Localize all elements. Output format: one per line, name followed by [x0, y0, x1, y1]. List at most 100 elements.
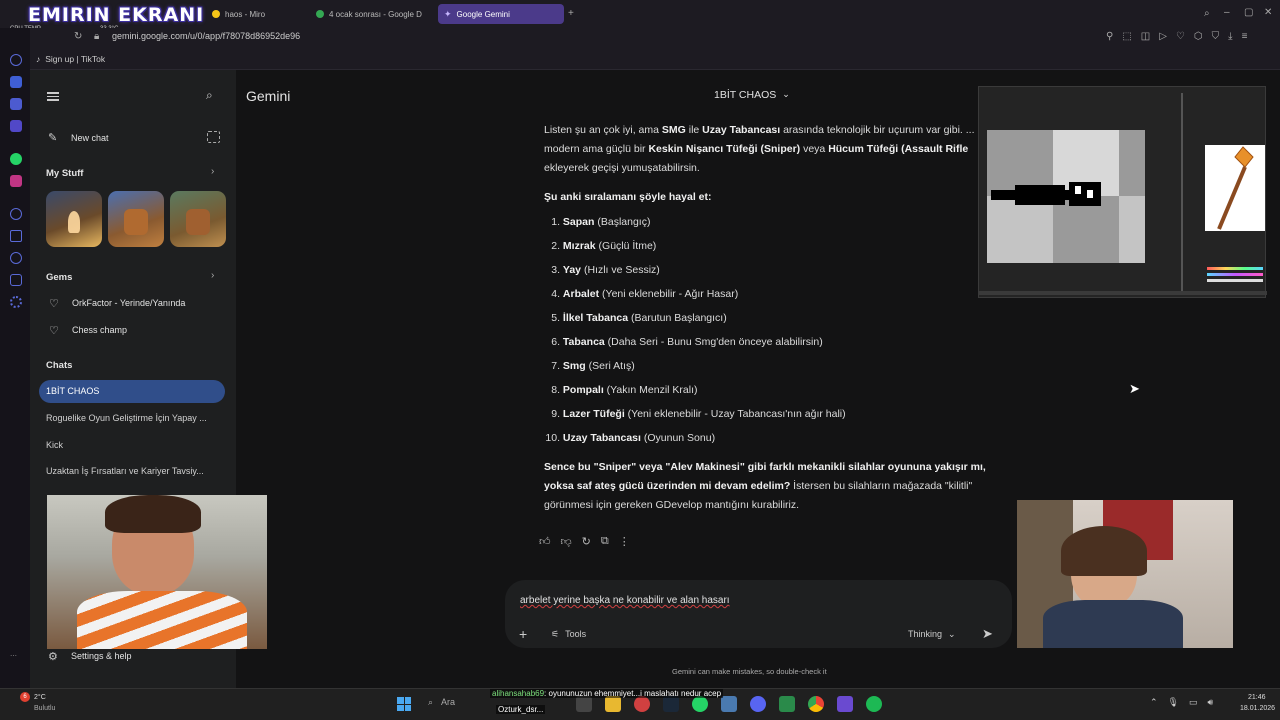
mouse-cursor-icon: ➤	[1129, 381, 1140, 396]
close-icon[interactable]: ✕	[1264, 7, 1272, 18]
list-heading: Şu anki sıralamanı şöyle hayal et:	[544, 191, 712, 203]
windows-start-icon[interactable]	[397, 697, 411, 711]
regenerate-icon[interactable]: ↻	[582, 535, 591, 548]
list-item: 1. Sapan (Başlangıç)	[551, 216, 651, 228]
gdevelop-icon[interactable]	[837, 696, 853, 712]
list-item: 6. Tabanca (Daha Seri - Bunu Smg'den önc…	[551, 336, 823, 348]
sidebar-more-icon[interactable]: ⋯	[10, 652, 17, 660]
search-icon[interactable]: ⌕	[206, 88, 213, 103]
settings-help-button[interactable]: Settings & help	[71, 651, 132, 661]
discord-icon[interactable]	[750, 696, 766, 712]
add-attachment-icon[interactable]: +	[519, 626, 527, 642]
chat-item-remote-jobs[interactable]: Uzaktan İş Fırsatları ve Kariyer Tavsiy.…	[46, 466, 226, 476]
task-view-icon[interactable]	[576, 696, 592, 712]
response-outro-line-1: Sence bu "Sniper" veya "Alev Makinesi" g…	[544, 461, 986, 473]
my-stuff-header[interactable]: My Stuff	[46, 168, 83, 179]
mode-picker[interactable]: Thinking ⌄	[908, 629, 956, 640]
clock-date[interactable]: 18.01.2026	[1240, 705, 1275, 712]
my-stuff-image-2[interactable]	[108, 191, 164, 247]
chat-item-roguelike[interactable]: Roguelike Oyun Geliştirme İçin Yapay ...	[46, 413, 226, 423]
pin-icon[interactable]: ⚲	[1106, 31, 1113, 42]
clock-time[interactable]: 21:46	[1248, 694, 1266, 701]
telegram-icon[interactable]	[10, 120, 22, 132]
new-tab-icon[interactable]: +	[568, 8, 574, 19]
whatsapp-icon[interactable]	[10, 153, 22, 165]
tab-miro[interactable]: haos - Miro	[206, 4, 306, 24]
gems-header[interactable]: Gems	[46, 272, 72, 283]
chevron-up-icon[interactable]: ⌃	[1150, 697, 1158, 708]
messenger-icon[interactable]	[10, 98, 22, 110]
bookmarks-icon[interactable]	[10, 230, 22, 242]
thumbs-down-icon[interactable]: 👎︎	[561, 535, 572, 548]
weather-desc[interactable]: Bulutlu	[34, 705, 55, 712]
send-icon[interactable]: ➤	[982, 626, 993, 642]
thumbs-up-icon[interactable]: 👍︎	[539, 535, 551, 548]
my-stuff-image-1[interactable]	[46, 191, 102, 247]
opera-icon[interactable]	[634, 696, 650, 712]
aria-icon[interactable]	[10, 54, 22, 66]
chrome-icon[interactable]	[808, 696, 824, 712]
puzzle-icon[interactable]: ⬡	[1194, 31, 1203, 42]
search-tabs-icon[interactable]: ⌕	[1204, 8, 1210, 19]
url-field[interactable]: gemini.google.com/u/0/app/f78078d86952de…	[112, 31, 300, 41]
microphone-icon[interactable]: 🎙︎	[1168, 697, 1179, 708]
chat-title-dropdown[interactable]: 1BİT CHAOS ⌄	[714, 89, 790, 101]
chat-item-kick[interactable]: Kick	[46, 440, 226, 450]
bookmark-tiktok[interactable]: ♪ Sign up | TikTok	[36, 54, 105, 64]
gun-sprite-icon	[991, 182, 1101, 206]
snapshot-icon[interactable]: ⬚	[1122, 31, 1131, 42]
app-icon-2[interactable]	[779, 696, 795, 712]
volume-icon[interactable]: 🔊︎	[1208, 697, 1214, 708]
my-stuff-image-3[interactable]	[170, 191, 226, 247]
gem-heart-icon: ♡	[49, 298, 59, 310]
settings-side-icon[interactable]	[10, 296, 22, 308]
prompt-input[interactable]: arbelet yerine başka ne konabilir ve ala…	[520, 595, 730, 606]
play-icon[interactable]: ▷	[1159, 31, 1167, 42]
temporary-chat-icon[interactable]	[207, 131, 220, 143]
new-chat-button[interactable]: New chat	[71, 133, 109, 143]
list-item: 5. İlkel Tabanca (Barutun Başlangıcı)	[551, 312, 727, 324]
extensions-side-icon[interactable]	[10, 274, 22, 286]
workspace-icon[interactable]	[10, 76, 22, 88]
taskbar-search[interactable]: ⌕ Ara	[428, 697, 455, 708]
tab-gemini[interactable]: ✦ Google Gemini	[438, 4, 564, 24]
download-icon[interactable]: ⤓	[1228, 31, 1232, 42]
browser-toolbar-icons: ⚲ ⬚ ◫ ▷ ♡ ⬡ ⛉ ⤓ ≡	[1106, 31, 1247, 42]
weather-badge: 6	[20, 692, 30, 702]
spotify-icon[interactable]	[866, 696, 882, 712]
minimize-icon[interactable]: –	[1224, 7, 1230, 18]
chevron-right-icon[interactable]: ›	[211, 270, 214, 281]
file-explorer-icon[interactable]	[605, 696, 621, 712]
more-vert-icon[interactable]: ⋮	[619, 535, 630, 548]
chat-item-1bit-chaos[interactable]: 1BİT CHAOS	[46, 386, 226, 396]
steam-icon[interactable]	[663, 696, 679, 712]
tools-button[interactable]: ⚟ Tools	[551, 629, 586, 640]
list-item: 2. Mızrak (Güçlü İtme)	[551, 240, 657, 252]
list-item: 7. Smg (Seri Atış)	[551, 360, 635, 372]
maximize-icon[interactable]: ▢	[1244, 7, 1253, 18]
stream-overlay-title: EMIRIN EKRANI	[28, 4, 205, 26]
gem-item-orkfactor[interactable]: OrkFactor - Yerinde/Yanında	[72, 298, 185, 308]
list-item: 8. Pompalı (Yakın Menzil Kralı)	[551, 384, 698, 396]
menu-icon[interactable]: ≡	[1242, 31, 1248, 42]
gem-item-chess-champ[interactable]: Chess champ	[72, 325, 127, 335]
history-icon[interactable]	[10, 252, 22, 264]
instagram-icon[interactable]	[10, 175, 22, 187]
wallet-icon[interactable]: ⛉	[1212, 31, 1220, 42]
player-icon[interactable]	[10, 208, 22, 220]
tab-google-drive[interactable]: 4 ocak sonrası - Google D	[310, 4, 434, 24]
weather-temp[interactable]: 2°C	[34, 694, 46, 701]
extensions-icon[interactable]: ◫	[1141, 31, 1150, 42]
display-icon[interactable]: ▭	[1189, 697, 1198, 708]
heart-icon[interactable]: ♡	[1176, 31, 1185, 42]
chevron-right-icon[interactable]: ›	[211, 166, 214, 177]
app-icon[interactable]	[721, 696, 737, 712]
response-intro-line-3: ekleyerek geçişi yumuşatabilirsin.	[544, 162, 700, 174]
whatsapp-taskbar-icon[interactable]	[692, 696, 708, 712]
response-intro-line-2: modern ama güçlü bir Keskin Nişancı Tüfe…	[544, 143, 969, 155]
hamburger-menu-icon[interactable]	[47, 90, 59, 103]
gemini-logo-text[interactable]: Gemini	[246, 88, 290, 104]
drive-icon	[316, 10, 324, 18]
copy-icon[interactable]: ⧉	[601, 535, 609, 548]
reload-icon[interactable]: ↻	[74, 31, 82, 42]
